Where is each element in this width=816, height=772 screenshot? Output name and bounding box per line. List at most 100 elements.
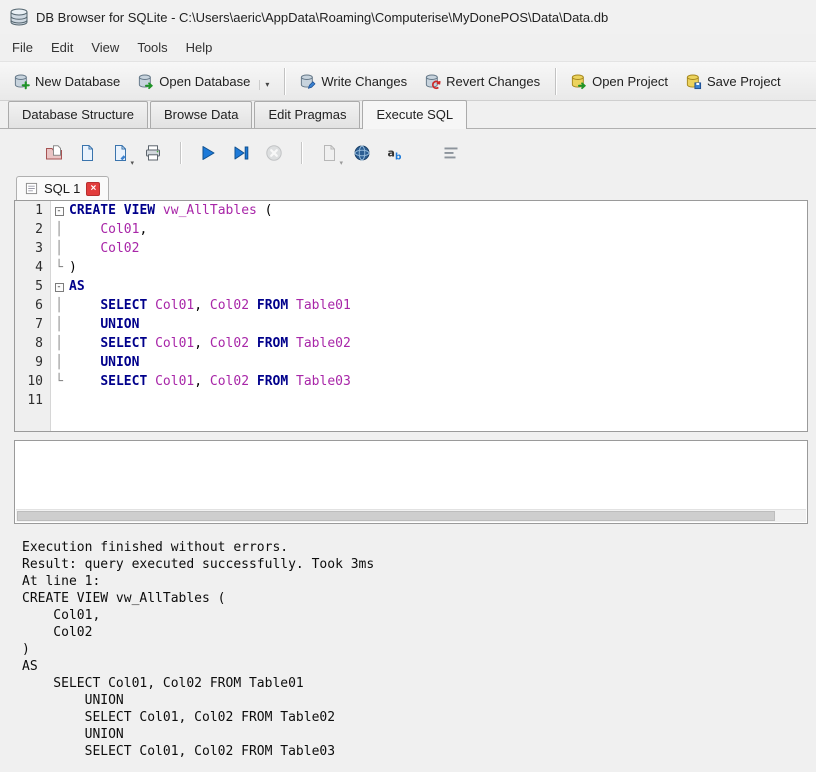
fold-marker[interactable]: - xyxy=(51,277,67,296)
globe-icon xyxy=(353,144,371,162)
window-title: DB Browser for SQLite - C:\Users\aeric\A… xyxy=(36,10,608,25)
close-tab-icon[interactable]: × xyxy=(86,182,100,196)
stop-icon xyxy=(265,144,283,162)
dropdown-arrow-icon[interactable]: ▾ xyxy=(259,80,269,90)
line-number: 1 xyxy=(15,201,51,220)
tab-execute-sql[interactable]: Execute SQL xyxy=(362,100,467,129)
editor-line[interactable]: 5-AS xyxy=(15,277,807,296)
tab-browse-data[interactable]: Browse Data xyxy=(150,101,252,128)
fold-collapse-icon[interactable]: - xyxy=(55,207,64,216)
editor-line[interactable]: 3│ Col02 xyxy=(15,239,807,258)
fold-marker: │ xyxy=(51,296,67,315)
log-line: SELECT Col01, Col02 FROM Table01 xyxy=(22,675,800,692)
main-toolbar: New Database Open Database ▾ Write Changes R… xyxy=(0,61,816,101)
fold-marker: │ xyxy=(51,315,67,334)
tab-database-structure[interactable]: Database Structure xyxy=(8,101,148,128)
line-number: 3 xyxy=(15,239,51,258)
fold-marker: │ xyxy=(51,334,67,353)
fold-marker[interactable]: - xyxy=(51,201,67,220)
save-project-button[interactable]: Save Project xyxy=(677,67,790,96)
menu-help[interactable]: Help xyxy=(177,36,222,59)
write-changes-label: Write Changes xyxy=(321,74,407,89)
open-project-button[interactable]: Open Project xyxy=(562,67,677,96)
code-text: UNION xyxy=(67,315,139,334)
open-database-label: Open Database xyxy=(159,74,250,89)
log-line: Result: query executed successfully. Too… xyxy=(22,556,800,573)
play-to-line-icon xyxy=(232,144,250,162)
editor-line[interactable]: 8│ SELECT Col01, Col02 FROM Table02 xyxy=(15,334,807,353)
stop-button[interactable] xyxy=(260,140,288,166)
format-sql-button[interactable] xyxy=(437,140,465,166)
horizontal-scrollbar[interactable] xyxy=(16,509,806,522)
sql-tab[interactable]: SQL 1 × xyxy=(16,176,109,200)
line-number: 7 xyxy=(15,315,51,334)
code-text: CREATE VIEW vw_AllTables ( xyxy=(67,201,273,220)
fold-marker: │ xyxy=(51,353,67,372)
open-database-icon xyxy=(137,73,154,90)
sql-tab-bar: SQL 1 × xyxy=(8,173,810,200)
log-line: Col01, xyxy=(22,607,800,624)
log-line: AS xyxy=(22,658,800,675)
save-sql-file-button[interactable] xyxy=(73,140,101,166)
line-number: 6 xyxy=(15,296,51,315)
open-database-button[interactable]: Open Database ▾ xyxy=(129,67,278,96)
line-number: 11 xyxy=(15,391,51,410)
execute-all-button[interactable] xyxy=(194,140,222,166)
code-text: SELECT Col01, Col02 FROM Table01 xyxy=(67,296,351,315)
editor-line[interactable]: 6│ SELECT Col01, Col02 FROM Table01 xyxy=(15,296,807,315)
print-button[interactable] xyxy=(139,140,167,166)
editor-line[interactable]: 7│ UNION xyxy=(15,315,807,334)
sql-editor[interactable]: 1-CREATE VIEW vw_AllTables (2│ Col01,3│ … xyxy=(14,200,808,432)
menu-edit[interactable]: Edit xyxy=(42,36,82,59)
dropdown-arrow-icon[interactable]: ▾ xyxy=(339,159,343,167)
write-changes-button[interactable]: Write Changes xyxy=(291,67,416,96)
menu-bar: FileEditViewToolsHelp xyxy=(0,34,816,61)
line-number: 8 xyxy=(15,334,51,353)
menu-file[interactable]: File xyxy=(3,36,42,59)
title-bar: DB Browser for SQLite - C:\Users\aeric\A… xyxy=(0,0,816,34)
open-sql-file-button[interactable] xyxy=(40,140,68,166)
save-project-label: Save Project xyxy=(707,74,781,89)
log-line: SELECT Col01, Col02 FROM Table03 xyxy=(22,743,800,760)
fold-marker: └ xyxy=(51,372,67,391)
revert-changes-button[interactable]: Revert Changes xyxy=(416,67,549,96)
editor-line[interactable]: 4└) xyxy=(15,258,807,277)
editor-line[interactable]: 11 xyxy=(15,391,807,410)
line-number: 9 xyxy=(15,353,51,372)
save-sql-as-button[interactable]: ▾ xyxy=(106,140,134,166)
toolbar-separator xyxy=(301,142,302,164)
menu-tools[interactable]: Tools xyxy=(128,36,176,59)
code-text: Col01, xyxy=(67,220,147,239)
code-text: SELECT Col01, Col02 FROM Table03 xyxy=(67,372,351,391)
open-project-icon xyxy=(570,73,587,90)
fold-collapse-icon[interactable]: - xyxy=(55,283,64,292)
new-database-button[interactable]: New Database xyxy=(5,67,129,96)
execution-log[interactable]: Execution finished without errors.Result… xyxy=(14,532,808,767)
printer-icon xyxy=(144,144,162,162)
autocomplete-button[interactable]: ab xyxy=(381,140,409,166)
svg-text:a: a xyxy=(388,147,395,160)
dropdown-arrow-icon[interactable]: ▾ xyxy=(130,159,134,167)
fold-marker: │ xyxy=(51,220,67,239)
code-text: ) xyxy=(67,258,77,277)
execute-current-line-button[interactable] xyxy=(227,140,255,166)
menu-view[interactable]: View xyxy=(82,36,128,59)
attach-database-button[interactable] xyxy=(348,140,376,166)
editor-line[interactable]: 1-CREATE VIEW vw_AllTables ( xyxy=(15,201,807,220)
editor-line[interactable]: 9│ UNION xyxy=(15,353,807,372)
code-text xyxy=(67,391,69,410)
write-changes-icon xyxy=(299,73,316,90)
results-grid[interactable] xyxy=(14,440,808,524)
code-text: AS xyxy=(67,277,85,296)
execute-sql-panel: ▾▾ab SQL 1 × 1-CREATE VIEW vw_AllTables … xyxy=(0,129,816,767)
revert-changes-label: Revert Changes xyxy=(446,74,540,89)
save-results-button[interactable]: ▾ xyxy=(315,140,343,166)
tab-edit-pragmas[interactable]: Edit Pragmas xyxy=(254,101,360,128)
svg-text:b: b xyxy=(395,153,402,163)
editor-line[interactable]: 10└ SELECT Col01, Col02 FROM Table03 xyxy=(15,372,807,391)
scrollbar-thumb[interactable] xyxy=(17,511,775,521)
editor-line[interactable]: 2│ Col01, xyxy=(15,220,807,239)
revert-changes-icon xyxy=(424,73,441,90)
line-number: 4 xyxy=(15,258,51,277)
open-file-icon xyxy=(45,144,63,162)
